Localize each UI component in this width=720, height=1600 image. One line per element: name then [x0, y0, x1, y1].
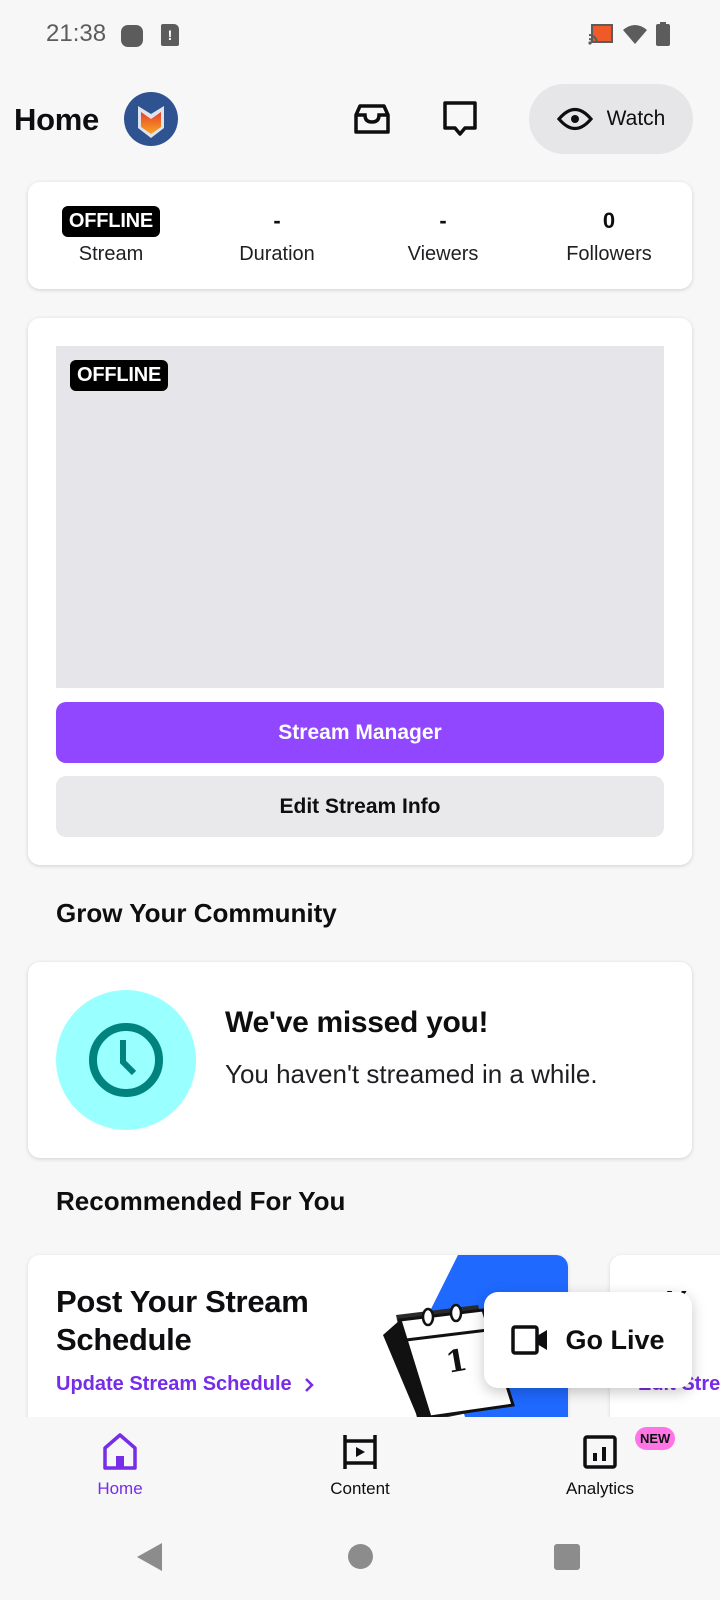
chevron-right-icon	[304, 1377, 314, 1392]
stat-value: -	[439, 208, 447, 233]
page-title: Home	[14, 102, 99, 137]
sd-card-alert-icon: !	[161, 24, 179, 46]
update-schedule-link[interactable]: Update Stream Schedule	[56, 1373, 314, 1396]
nav-home[interactable]: Home	[0, 1417, 240, 1517]
clock-icon	[89, 1023, 163, 1097]
status-time: 21:38	[46, 20, 107, 47]
stat-label: Duration	[239, 243, 315, 265]
stream-preview[interactable]: OFFLINE	[56, 346, 664, 688]
nav-analytics[interactable]: NEW Analytics	[480, 1417, 720, 1517]
go-live-label: Go Live	[565, 1324, 665, 1355]
missed-subtitle: You haven't streamed in a while.	[225, 1059, 598, 1089]
stream-preview-card: OFFLINE Stream Manager Edit Stream Info	[28, 318, 692, 865]
missed-you-card[interactable]: We've missed you! You haven't streamed i…	[28, 962, 692, 1158]
battery-icon	[656, 22, 670, 46]
watch-button[interactable]: Watch	[529, 84, 693, 154]
bottom-navigation: Home Content NEW Analytics	[0, 1417, 720, 1517]
avatar[interactable]	[124, 92, 178, 146]
chat-bubble-icon[interactable]	[440, 98, 480, 138]
stream-manager-button[interactable]: Stream Manager	[56, 702, 664, 763]
edit-stream-info-button[interactable]: Edit Stream Info	[56, 776, 664, 837]
chart-icon	[583, 1435, 617, 1469]
stat-value: 0	[602, 208, 616, 233]
film-icon	[343, 1435, 377, 1469]
app-header: Home Watch	[0, 80, 720, 160]
preview-offline-badge: OFFLINE	[70, 360, 169, 391]
stat-stream: OFFLINE Stream	[28, 182, 194, 289]
stat-duration: - Duration	[194, 182, 360, 289]
watch-label: Watch	[606, 107, 666, 130]
offline-badge: OFFLINE	[61, 205, 161, 237]
clock-badge	[56, 990, 196, 1130]
recents-icon[interactable]	[554, 1544, 580, 1570]
back-icon[interactable]	[137, 1543, 162, 1571]
link-label: Update Stream Schedule	[56, 1373, 292, 1395]
eye-icon	[556, 107, 593, 131]
new-badge: NEW	[635, 1427, 676, 1450]
wifi-icon	[623, 25, 647, 44]
recommended-heading: Recommended For You	[56, 1186, 346, 1216]
home-button-icon[interactable]	[348, 1544, 373, 1569]
nav-label: Home	[97, 1479, 143, 1498]
nav-label: Analytics	[565, 1479, 635, 1498]
stat-label: Viewers	[407, 243, 479, 265]
status-bar: 21:38 !	[0, 0, 720, 70]
video-camera-icon	[511, 1325, 548, 1355]
home-icon	[103, 1433, 137, 1470]
inbox-icon[interactable]	[352, 98, 392, 138]
notification-dot-icon	[121, 25, 143, 47]
grow-community-heading: Grow Your Community	[56, 898, 337, 928]
nav-content[interactable]: Content	[240, 1417, 480, 1517]
recommendation-title: Post Your Stream Schedule	[56, 1284, 309, 1357]
stat-followers: 0 Followers	[526, 182, 692, 289]
go-live-button[interactable]: Go Live	[484, 1292, 692, 1388]
cast-icon	[588, 24, 613, 45]
stat-value: -	[273, 208, 281, 233]
stat-viewers: - Viewers	[360, 182, 526, 289]
missed-title: We've missed you!	[225, 1006, 489, 1039]
nav-label: Content	[330, 1479, 390, 1498]
stat-label: Stream	[78, 243, 144, 265]
system-navigation-bar	[0, 1520, 720, 1600]
stat-label: Followers	[566, 243, 652, 265]
stream-stats-card: OFFLINE Stream - Duration - Viewers 0 Fo…	[28, 182, 692, 289]
channel-logo-icon	[138, 106, 164, 138]
